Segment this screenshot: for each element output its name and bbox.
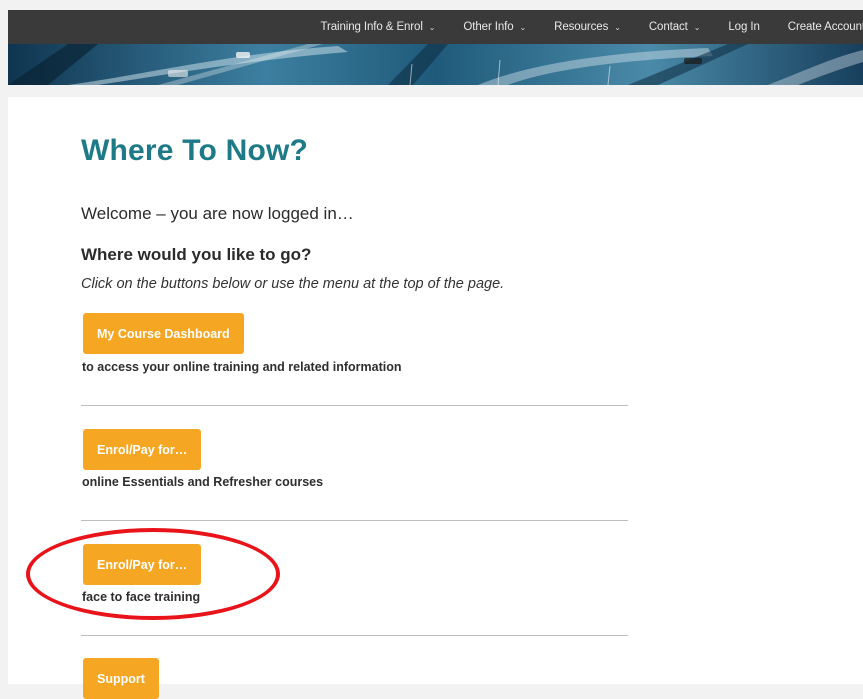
nav-training-info-enrol[interactable]: Training Info & Enrol ⌄ xyxy=(320,21,435,33)
enrol-face-to-face-button[interactable]: Enrol/Pay for… xyxy=(83,544,202,585)
chevron-down-icon: ⌄ xyxy=(519,22,527,32)
divider xyxy=(81,635,628,636)
nav-label: Contact xyxy=(648,21,688,33)
nav-label: Create Account xyxy=(787,21,863,33)
chevron-down-icon: ⌄ xyxy=(428,22,436,32)
nav-other-info[interactable]: Other Info ⌄ xyxy=(463,21,526,33)
welcome-message: Welcome – you are now logged in… xyxy=(81,204,354,223)
my-course-dashboard-button[interactable]: My Course Dashboard xyxy=(83,313,244,354)
nav-resources[interactable]: Resources ⌄ xyxy=(554,21,621,33)
top-navigation-bar: Training Info & Enrol ⌄ Other Info ⌄ Res… xyxy=(8,10,863,44)
nav-create-account[interactable]: Create Account xyxy=(788,21,863,33)
nav-label: Resources xyxy=(554,21,609,33)
chevron-down-icon: ⌄ xyxy=(693,22,701,32)
chevron-down-icon: ⌄ xyxy=(614,22,621,32)
nav-contact[interactable]: Contact ⌄ xyxy=(649,21,701,33)
nav-log-in[interactable]: Log In xyxy=(728,21,759,33)
divider xyxy=(81,405,628,406)
face-to-face-description: face to face training xyxy=(82,590,201,604)
nav-label: Log In xyxy=(728,21,760,33)
instruction-text: Click on the buttons below or use the me… xyxy=(81,276,505,292)
main-menu: Training Info & Enrol ⌄ Other Info ⌄ Res… xyxy=(306,10,863,44)
page-title: Where To Now? xyxy=(81,134,309,167)
enrol-online-courses-button[interactable]: Enrol/Pay for… xyxy=(83,429,202,470)
dashboard-description: to access your online training and relat… xyxy=(82,360,402,374)
header-banner-image xyxy=(8,44,863,85)
nav-label: Other Info xyxy=(463,21,514,33)
section-heading: Where would you like to go? xyxy=(81,245,312,264)
nav-label: Training Info & Enrol xyxy=(320,21,423,33)
online-courses-description: online Essentials and Refresher courses xyxy=(82,475,324,489)
support-button[interactable]: Support xyxy=(83,658,159,699)
highway-banner-graphic xyxy=(8,44,863,85)
divider xyxy=(81,520,628,521)
main-content: Where To Now? Welcome – you are now logg… xyxy=(8,97,863,699)
